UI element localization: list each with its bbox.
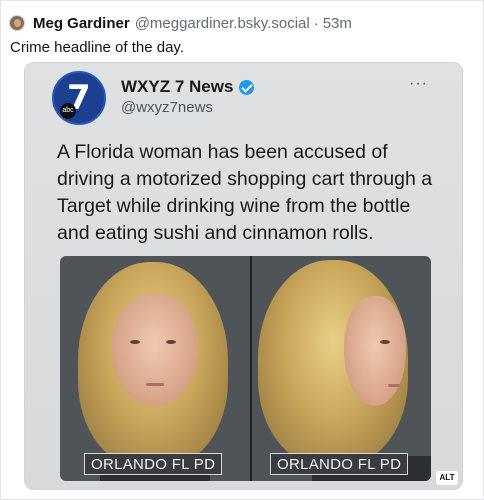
separator-dot: · xyxy=(313,14,319,32)
mugshot-profile: ORLANDO FL PD xyxy=(250,256,431,481)
post-timestamp[interactable]: 53m xyxy=(323,15,352,32)
eye xyxy=(130,340,140,344)
eye xyxy=(380,340,390,344)
embedded-account-handle: @wxyz7news xyxy=(121,99,213,116)
post-header: Meg Gardiner @meggardiner.bsky.social · … xyxy=(9,10,352,36)
alt-text-badge[interactable]: ALT xyxy=(436,471,458,485)
embedded-account-name-text: WXYZ 7 News xyxy=(121,77,234,96)
avatar[interactable] xyxy=(9,15,25,31)
mugshot-photos: ORLANDO FL PD ORLANDO FL PD xyxy=(60,256,431,481)
mugshot-front: ORLANDO FL PD xyxy=(60,256,250,481)
face xyxy=(344,296,406,406)
wxyz-logo: 7 abc xyxy=(52,71,106,125)
embedded-headline: A Florida woman has been accused of driv… xyxy=(57,141,433,244)
author-handle[interactable]: @meggardiner.bsky.social xyxy=(135,15,310,32)
post-text: Crime headline of the day. xyxy=(10,39,184,56)
author-name[interactable]: Meg Gardiner xyxy=(33,15,130,32)
photo-label-right: ORLANDO FL PD xyxy=(270,453,409,475)
post-image[interactable]: 7 abc WXYZ 7 News @wxyz7news ··· A Flori… xyxy=(24,62,463,490)
photo-label-left: ORLANDO FL PD xyxy=(84,453,223,475)
face xyxy=(112,294,198,406)
mouth xyxy=(388,384,400,387)
verified-check-icon xyxy=(239,79,255,95)
post-card[interactable]: Meg Gardiner @meggardiner.bsky.social · … xyxy=(0,0,484,500)
mouth xyxy=(146,383,164,386)
eye xyxy=(166,340,176,344)
more-options-icon: ··· xyxy=(409,75,428,92)
embedded-account-name: WXYZ 7 News xyxy=(121,77,255,97)
abc-badge: abc xyxy=(60,103,76,119)
